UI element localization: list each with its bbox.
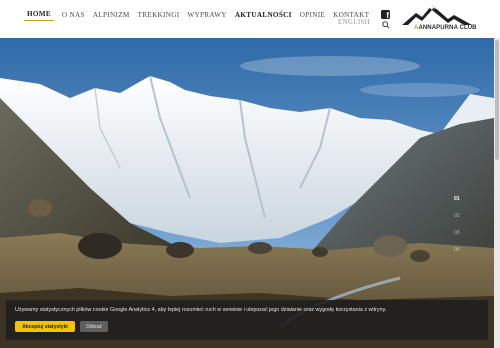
nav-item-trekkingi[interactable]: TREKKINGI — [138, 11, 180, 19]
cookie-banner: Używamy statystycznych plików cookie Goo… — [6, 300, 488, 340]
scrollbar-thumb[interactable] — [495, 40, 499, 160]
page-scrollbar[interactable] — [494, 38, 500, 348]
nav-item-opinie[interactable]: OPINIE — [300, 11, 325, 19]
search-icon[interactable] — [382, 21, 390, 29]
cookie-message: Używamy statystycznych plików cookie Goo… — [15, 307, 387, 313]
facebook-icon[interactable]: f — [381, 10, 390, 20]
logo-text: AANNAPURNA CLUB — [414, 25, 477, 31]
language-switch[interactable]: ENGLISH — [338, 18, 370, 26]
reject-button[interactable]: Odrzuć — [80, 321, 108, 332]
accept-statistics-button[interactable]: Akceptuj statystyki — [15, 321, 75, 332]
slider-page-4[interactable]: 04 — [454, 247, 468, 264]
nav-item-o-nas[interactable]: O NAS — [62, 11, 85, 19]
logo-text-label: ANNAPURNA CLUB — [418, 25, 477, 31]
slider-page-3[interactable]: 03 — [454, 230, 468, 247]
site-header: HOME O NAS ALPINIZM TREKKINGI WYPRAWY AK… — [0, 0, 500, 38]
nav-item-aktualnosci[interactable]: AKTUALNOŚCI — [235, 11, 292, 19]
nav-item-home[interactable]: HOME — [24, 10, 54, 21]
nav-item-wyprawy[interactable]: WYPRAWY — [187, 11, 226, 19]
nav-item-alpinizm[interactable]: ALPINIZM — [93, 11, 130, 19]
slider-page-2[interactable]: 02 — [454, 213, 468, 230]
slider-pagination: 01 02 03 04 — [454, 196, 468, 264]
slider-page-1[interactable]: 01 — [454, 196, 468, 213]
main-nav: HOME O NAS ALPINIZM TREKKINGI WYPRAWY AK… — [24, 0, 377, 30]
